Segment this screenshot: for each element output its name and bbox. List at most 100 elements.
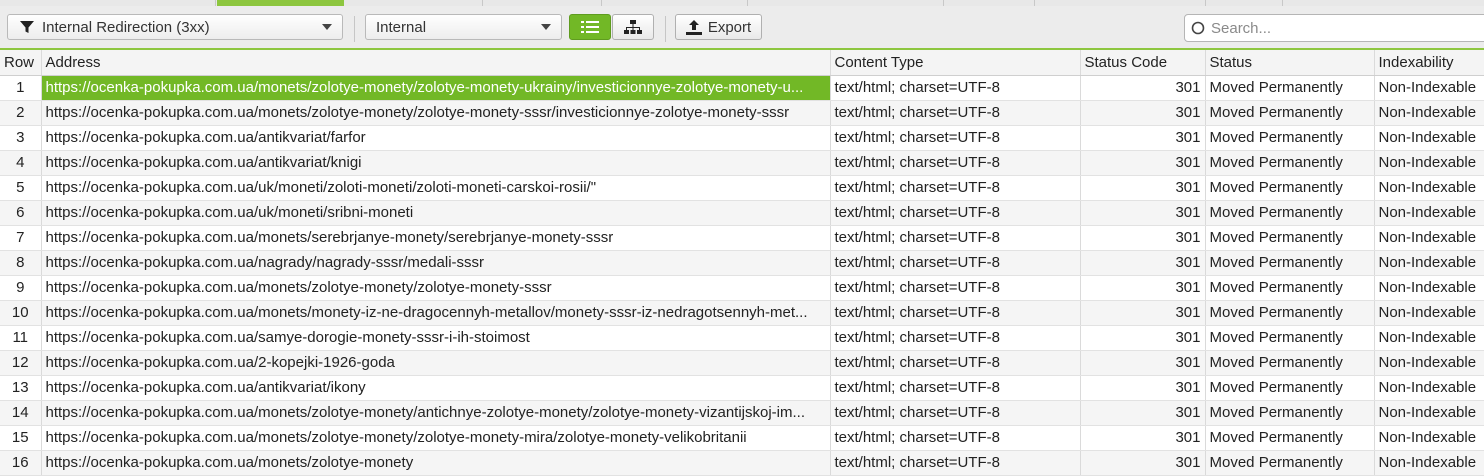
address-cell[interactable]: https://ocenka-pokupka.com.ua/antikvaria… — [41, 150, 831, 176]
status-cell[interactable]: Moved Permanently — [1205, 125, 1375, 151]
address-cell[interactable]: https://ocenka-pokupka.com.ua/2-kopejki-… — [41, 350, 831, 376]
status-cell[interactable]: Moved Permanently — [1205, 75, 1375, 101]
indexability-cell[interactable]: Non-Indexable — [1374, 300, 1484, 326]
table-row[interactable]: 12 https://ocenka-pokupka.com.ua/2-kopej… — [0, 350, 1484, 376]
status-cell[interactable]: Moved Permanently — [1205, 225, 1375, 251]
content-type-cell[interactable]: text/html; charset=UTF-8 — [830, 300, 1081, 326]
table-row[interactable]: 15 https://ocenka-pokupka.com.ua/monets/… — [0, 425, 1484, 451]
table-row[interactable]: 11 https://ocenka-pokupka.com.ua/samye-d… — [0, 325, 1484, 351]
indexability-cell[interactable]: Non-Indexable — [1374, 75, 1484, 101]
status-cell[interactable]: Moved Permanently — [1205, 200, 1375, 226]
status-code-cell[interactable]: 301 — [1080, 200, 1206, 226]
indexability-cell[interactable]: Non-Indexable — [1374, 100, 1484, 126]
address-cell[interactable]: https://ocenka-pokupka.com.ua/samye-doro… — [41, 325, 831, 351]
status-code-cell[interactable]: 301 — [1080, 400, 1206, 426]
content-type-cell[interactable]: text/html; charset=UTF-8 — [830, 125, 1081, 151]
status-cell[interactable]: Moved Permanently — [1205, 325, 1375, 351]
content-type-cell[interactable]: text/html; charset=UTF-8 — [830, 225, 1081, 251]
row-number-cell[interactable]: 10 — [0, 300, 42, 326]
row-number-cell[interactable]: 4 — [0, 150, 42, 176]
status-cell[interactable]: Moved Permanently — [1205, 400, 1375, 426]
address-cell[interactable]: https://ocenka-pokupka.com.ua/monets/zol… — [41, 100, 831, 126]
status-code-cell[interactable]: 301 — [1080, 450, 1206, 476]
indexability-cell[interactable]: Non-Indexable — [1374, 350, 1484, 376]
column-header-content-type[interactable]: Content Type — [830, 50, 1081, 76]
address-cell[interactable]: https://ocenka-pokupka.com.ua/nagrady/na… — [41, 250, 831, 276]
status-code-cell[interactable]: 301 — [1080, 150, 1206, 176]
row-number-cell[interactable]: 15 — [0, 425, 42, 451]
indexability-cell[interactable]: Non-Indexable — [1374, 175, 1484, 201]
status-code-cell[interactable]: 301 — [1080, 275, 1206, 301]
indexability-cell[interactable]: Non-Indexable — [1374, 450, 1484, 476]
content-type-cell[interactable]: text/html; charset=UTF-8 — [830, 325, 1081, 351]
indexability-cell[interactable]: Non-Indexable — [1374, 275, 1484, 301]
address-cell[interactable]: https://ocenka-pokupka.com.ua/monets/mon… — [41, 300, 831, 326]
row-number-cell[interactable]: 11 — [0, 325, 42, 351]
content-type-cell[interactable]: text/html; charset=UTF-8 — [830, 375, 1081, 401]
table-row[interactable]: 2 https://ocenka-pokupka.com.ua/monets/z… — [0, 100, 1484, 126]
status-code-cell[interactable]: 301 — [1080, 225, 1206, 251]
table-row[interactable]: 13 https://ocenka-pokupka.com.ua/antikva… — [0, 375, 1484, 401]
column-header-indexability[interactable]: Indexability — [1374, 50, 1484, 76]
table-row[interactable]: 9 https://ocenka-pokupka.com.ua/monets/z… — [0, 275, 1484, 301]
status-code-cell[interactable]: 301 — [1080, 175, 1206, 201]
export-button[interactable]: Export — [675, 14, 762, 40]
status-cell[interactable]: Moved Permanently — [1205, 425, 1375, 451]
address-cell[interactable]: https://ocenka-pokupka.com.ua/uk/moneti/… — [41, 200, 831, 226]
list-view-button[interactable] — [569, 14, 611, 40]
row-number-cell[interactable]: 12 — [0, 350, 42, 376]
table-row[interactable]: 1 https://ocenka-pokupka.com.ua/monets/z… — [0, 75, 1484, 101]
address-cell[interactable]: https://ocenka-pokupka.com.ua/monets/zol… — [41, 425, 831, 451]
search-input[interactable] — [1205, 18, 1483, 38]
status-code-cell[interactable]: 301 — [1080, 375, 1206, 401]
column-header-row[interactable]: Row — [0, 50, 42, 76]
row-number-cell[interactable]: 7 — [0, 225, 42, 251]
row-number-cell[interactable]: 3 — [0, 125, 42, 151]
table-row[interactable]: 16 https://ocenka-pokupka.com.ua/monets/… — [0, 450, 1484, 476]
address-cell-selected[interactable]: https://ocenka-pokupka.com.ua/monets/zol… — [41, 75, 831, 101]
column-header-status-code[interactable]: Status Code — [1080, 50, 1206, 76]
address-cell[interactable]: https://ocenka-pokupka.com.ua/monets/zol… — [41, 275, 831, 301]
status-cell[interactable]: Moved Permanently — [1205, 450, 1375, 476]
type-dropdown[interactable]: Internal — [365, 14, 562, 40]
content-type-cell[interactable]: text/html; charset=UTF-8 — [830, 425, 1081, 451]
row-number-cell[interactable]: 8 — [0, 250, 42, 276]
content-type-cell[interactable]: text/html; charset=UTF-8 — [830, 75, 1081, 101]
row-number-cell[interactable]: 2 — [0, 100, 42, 126]
status-cell[interactable]: Moved Permanently — [1205, 275, 1375, 301]
status-code-cell[interactable]: 301 — [1080, 250, 1206, 276]
address-cell[interactable]: https://ocenka-pokupka.com.ua/monets/ser… — [41, 225, 831, 251]
indexability-cell[interactable]: Non-Indexable — [1374, 375, 1484, 401]
indexability-cell[interactable]: Non-Indexable — [1374, 250, 1484, 276]
status-code-cell[interactable]: 301 — [1080, 325, 1206, 351]
status-code-cell[interactable]: 301 — [1080, 425, 1206, 451]
status-cell[interactable]: Moved Permanently — [1205, 250, 1375, 276]
content-type-cell[interactable]: text/html; charset=UTF-8 — [830, 175, 1081, 201]
indexability-cell[interactable]: Non-Indexable — [1374, 225, 1484, 251]
content-type-cell[interactable]: text/html; charset=UTF-8 — [830, 450, 1081, 476]
tree-view-button[interactable] — [612, 14, 654, 40]
content-type-cell[interactable]: text/html; charset=UTF-8 — [830, 250, 1081, 276]
address-cell[interactable]: https://ocenka-pokupka.com.ua/monets/zol… — [41, 400, 831, 426]
address-cell[interactable]: https://ocenka-pokupka.com.ua/monets/zol… — [41, 450, 831, 476]
status-code-cell[interactable]: 301 — [1080, 125, 1206, 151]
content-type-cell[interactable]: text/html; charset=UTF-8 — [830, 150, 1081, 176]
row-number-cell[interactable]: 5 — [0, 175, 42, 201]
content-type-cell[interactable]: text/html; charset=UTF-8 — [830, 100, 1081, 126]
status-cell[interactable]: Moved Permanently — [1205, 100, 1375, 126]
address-cell[interactable]: https://ocenka-pokupka.com.ua/uk/moneti/… — [41, 175, 831, 201]
row-number-cell[interactable]: 13 — [0, 375, 42, 401]
row-number-cell[interactable]: 9 — [0, 275, 42, 301]
indexability-cell[interactable]: Non-Indexable — [1374, 150, 1484, 176]
indexability-cell[interactable]: Non-Indexable — [1374, 400, 1484, 426]
content-type-cell[interactable]: text/html; charset=UTF-8 — [830, 275, 1081, 301]
address-cell[interactable]: https://ocenka-pokupka.com.ua/antikvaria… — [41, 375, 831, 401]
row-number-cell[interactable]: 1 — [0, 75, 42, 101]
indexability-cell[interactable]: Non-Indexable — [1374, 125, 1484, 151]
row-number-cell[interactable]: 6 — [0, 200, 42, 226]
status-cell[interactable]: Moved Permanently — [1205, 350, 1375, 376]
status-code-cell[interactable]: 301 — [1080, 300, 1206, 326]
table-row[interactable]: 6 https://ocenka-pokupka.com.ua/uk/monet… — [0, 200, 1484, 226]
status-cell[interactable]: Moved Permanently — [1205, 300, 1375, 326]
row-number-cell[interactable]: 16 — [0, 450, 42, 476]
